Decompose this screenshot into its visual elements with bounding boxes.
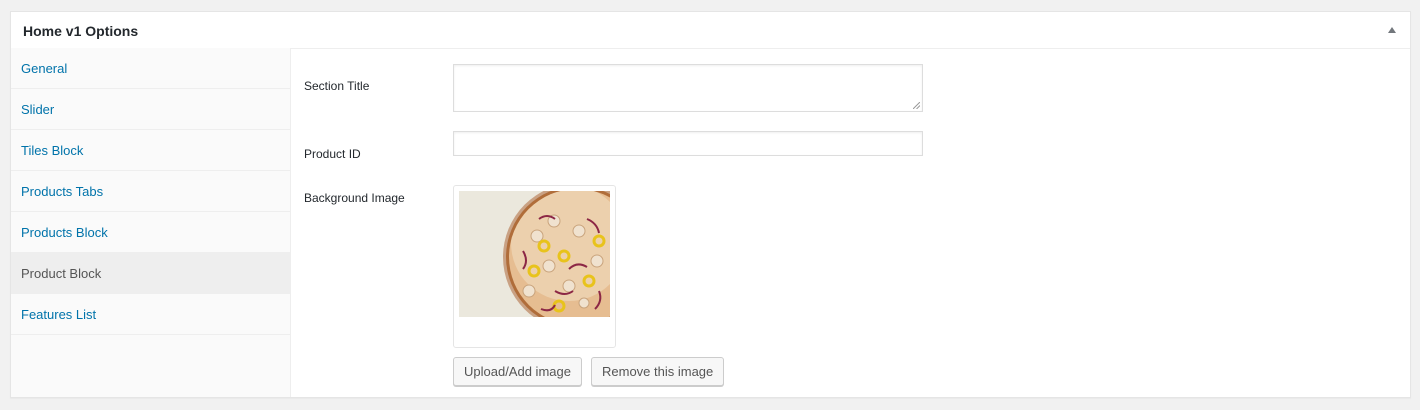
resize-grip-icon[interactable]	[913, 102, 920, 109]
tab-features-list[interactable]: Features List	[11, 294, 290, 335]
tab-products-block[interactable]: Products Block	[11, 212, 290, 253]
tab-panel-product-block: Section Title Product ID Background Imag…	[292, 49, 1410, 397]
metabox-title: Home v1 Options	[23, 23, 139, 39]
tab-slider[interactable]: Slider	[11, 89, 290, 130]
tab-products-tabs[interactable]: Products Tabs	[11, 171, 290, 212]
product-id-input[interactable]	[453, 131, 923, 156]
upload-image-button[interactable]: Upload/Add image	[453, 357, 582, 386]
metabox-header[interactable]: Home v1 Options	[11, 12, 1410, 49]
tab-label: General	[21, 61, 68, 76]
section-title-textarea[interactable]	[453, 64, 923, 112]
pizza-image	[459, 191, 610, 342]
options-tabs-nav: General Slider Tiles Block Products Tabs…	[11, 48, 291, 397]
background-image-preview	[453, 185, 616, 348]
tab-label: Features List	[21, 307, 97, 322]
tab-label: Products Block	[21, 225, 108, 240]
tab-general[interactable]: General	[11, 48, 290, 89]
options-metabox: Home v1 Options General Slider Tiles Blo…	[10, 11, 1411, 398]
tab-label: Products Tabs	[21, 184, 104, 199]
product-id-label: Product ID	[304, 147, 361, 161]
collapse-toggle-icon[interactable]	[1388, 27, 1396, 33]
remove-image-button[interactable]: Remove this image	[591, 357, 725, 386]
tab-label: Slider	[21, 102, 55, 117]
background-image-label: Background Image	[304, 191, 405, 205]
section-title-label: Section Title	[304, 79, 370, 93]
tab-label: Product Block	[21, 266, 102, 281]
tab-tiles-block[interactable]: Tiles Block	[11, 130, 290, 171]
tab-product-block[interactable]: Product Block	[11, 253, 290, 294]
tab-label: Tiles Block	[21, 143, 84, 158]
